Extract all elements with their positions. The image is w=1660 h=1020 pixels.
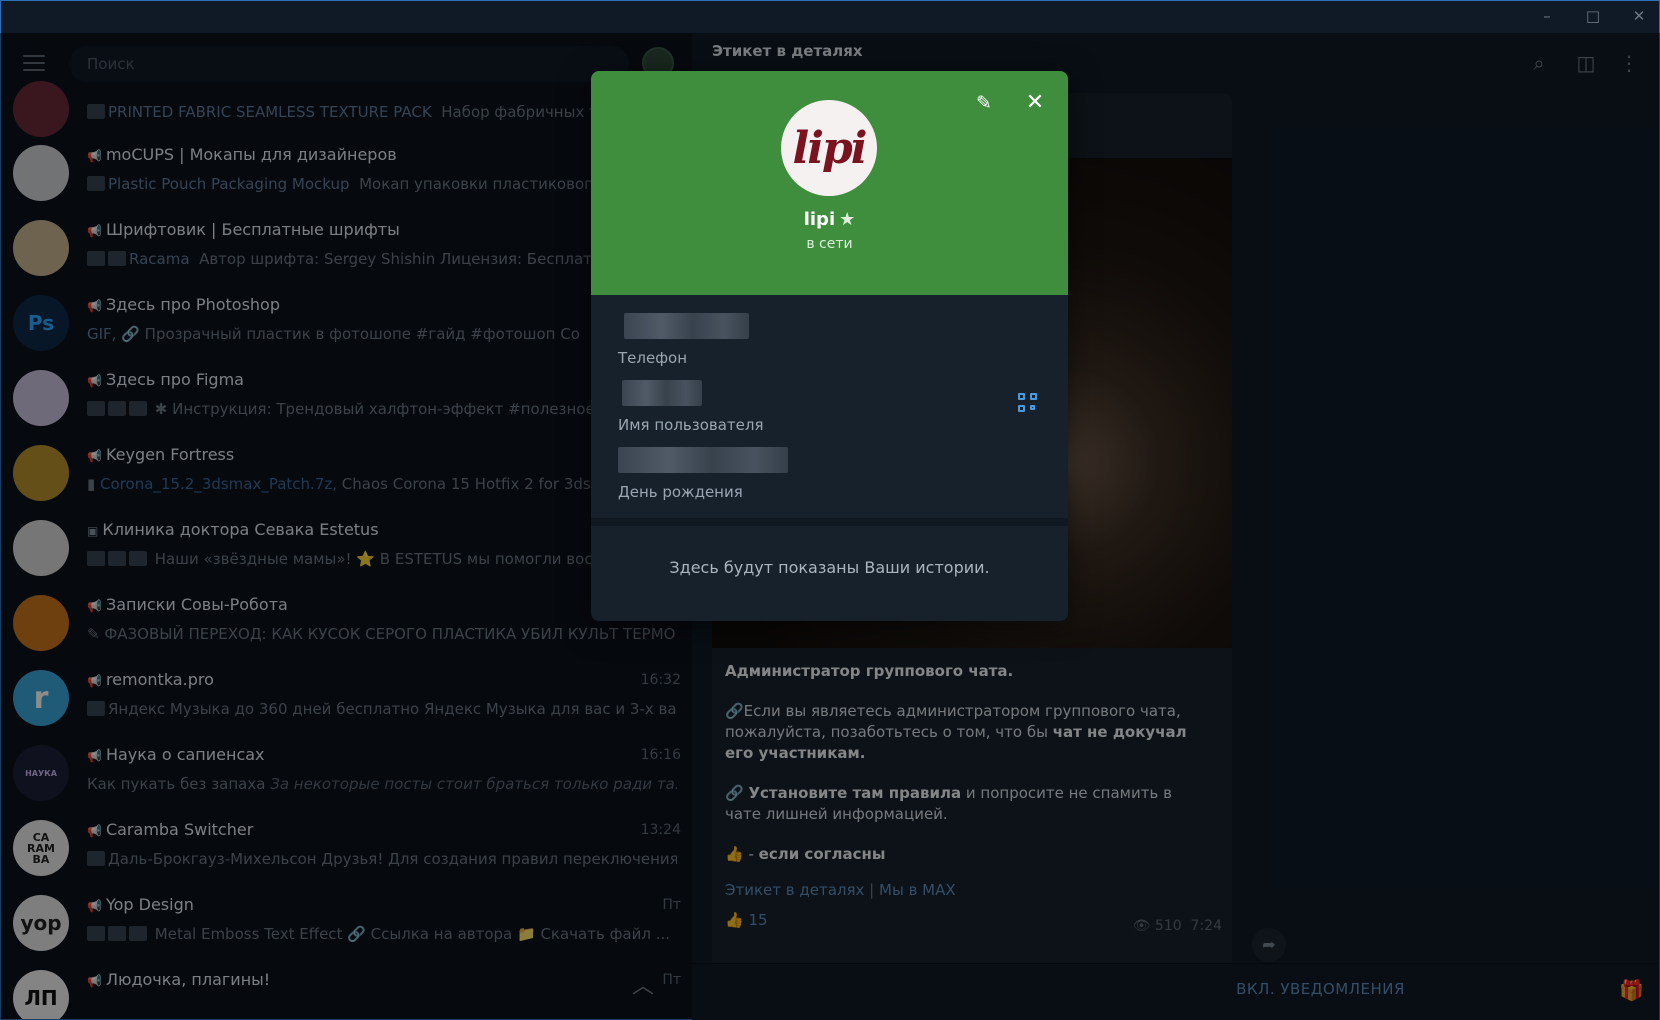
profile-avatar[interactable]: lipi — [781, 100, 877, 196]
username-value-blurred — [622, 380, 702, 406]
close-icon[interactable]: ✕ — [1023, 91, 1047, 115]
avatar-logo-text: lipi — [792, 122, 868, 174]
profile-name-row: lipi ★ — [591, 209, 1068, 230]
profile-header: lipi lipi ★ в сети ✎ ✕ — [591, 71, 1068, 295]
phone-label: Телефон — [618, 349, 688, 367]
edit-icon[interactable]: ✎ — [972, 91, 996, 115]
minimize-button[interactable]: – — [1537, 7, 1557, 25]
phone-field[interactable]: Телефон — [618, 313, 749, 367]
birthday-field[interactable]: День рождения — [618, 447, 788, 501]
birthday-value-blurred — [618, 447, 788, 473]
section-divider — [591, 518, 1068, 526]
profile-popup: lipi lipi ★ в сети ✎ ✕ Телефон Имя пользо… — [591, 71, 1068, 621]
premium-star-icon: ★ — [839, 209, 856, 230]
qr-code-icon[interactable] — [1018, 393, 1038, 413]
stories-placeholder: Здесь будут показаны Ваши истории. — [669, 558, 990, 577]
window-titlebar: – □ ✕ — [1, 1, 1659, 33]
close-window-button[interactable]: ✕ — [1629, 7, 1649, 25]
profile-name: lipi — [803, 209, 836, 230]
birthday-label: День рождения — [618, 483, 743, 501]
profile-status: в сети — [806, 236, 853, 252]
username-field[interactable]: Имя пользователя — [618, 380, 764, 434]
username-label: Имя пользователя — [618, 416, 764, 434]
phone-value-blurred — [624, 313, 749, 339]
maximize-button[interactable]: □ — [1583, 7, 1603, 25]
